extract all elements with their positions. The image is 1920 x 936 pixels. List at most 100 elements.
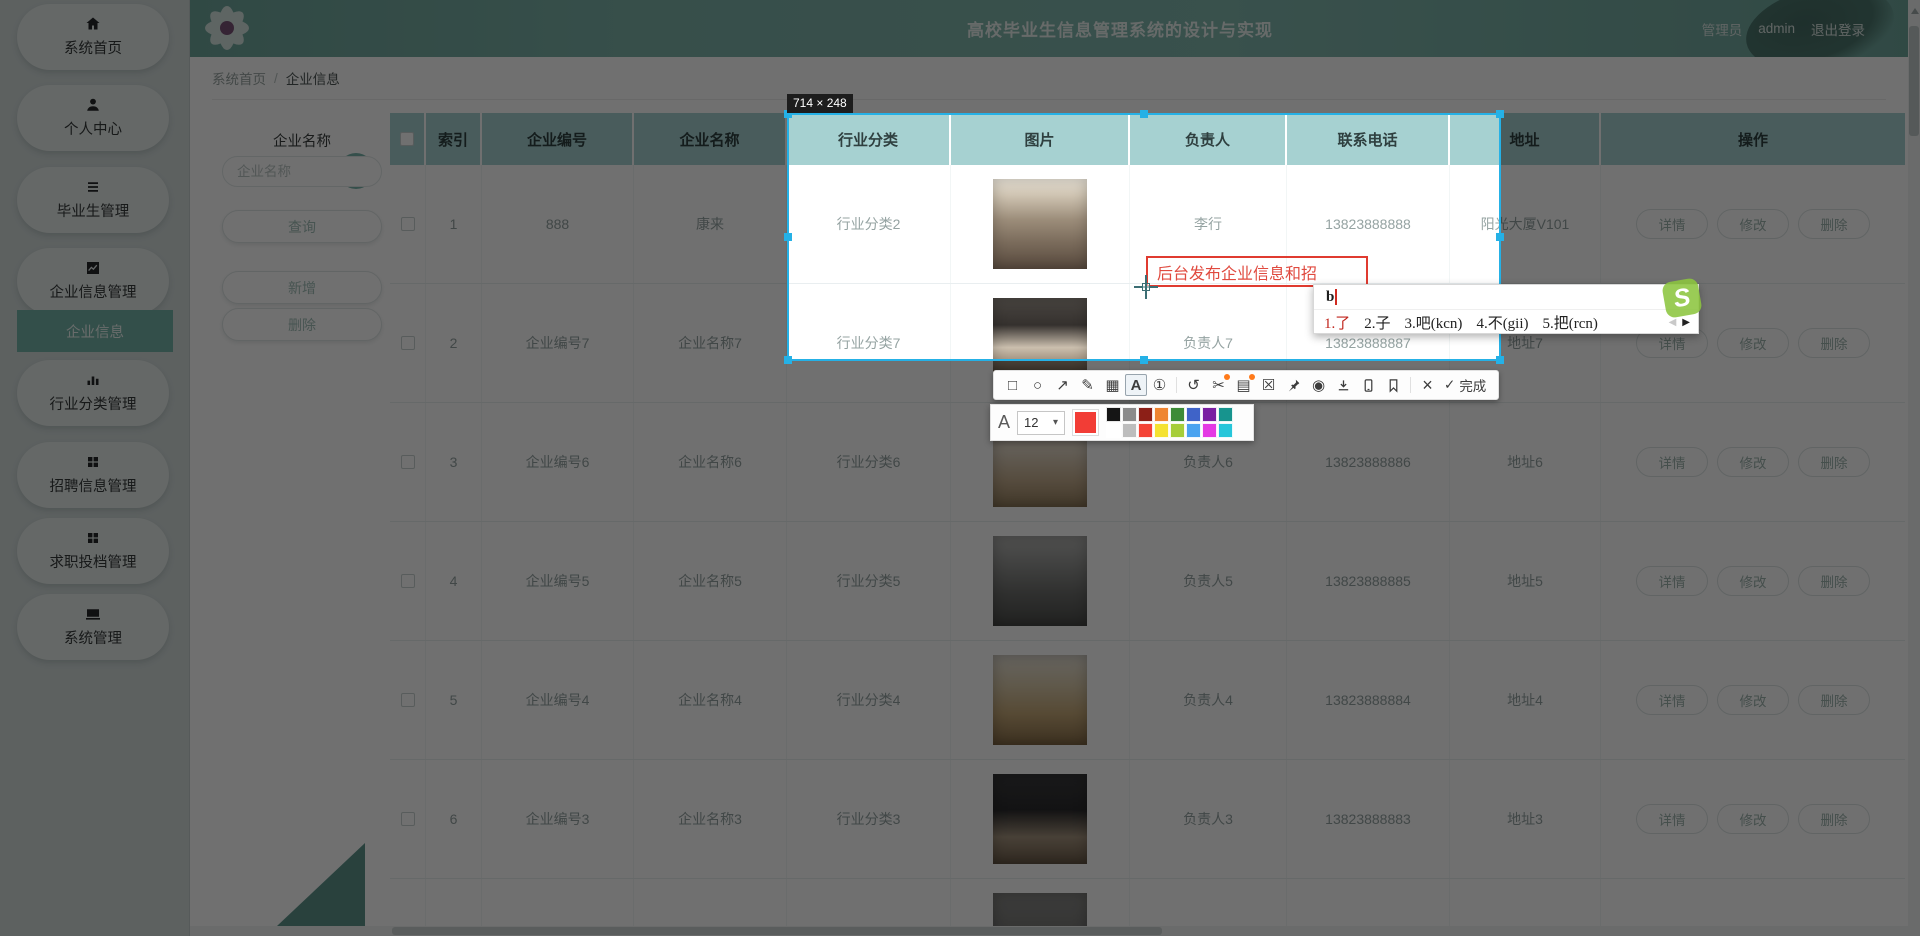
grid-icon <box>85 454 101 470</box>
download-icon[interactable] <box>1331 372 1356 398</box>
sidebar-subitem-company-info-active[interactable]: 企业信息 <box>17 310 173 352</box>
select-all-checkbox[interactable] <box>400 132 414 146</box>
resize-handle-w[interactable] <box>784 233 792 241</box>
sidebar-item-applications[interactable]: 求职投档管理 <box>17 518 169 584</box>
add-button[interactable]: 新增 <box>222 271 382 304</box>
ime-next-page-icon[interactable]: ▶ <box>1682 317 1690 328</box>
ime-candidate-4[interactable]: 4.不(gii) <box>1476 312 1528 333</box>
bookmark-icon[interactable] <box>1381 372 1406 398</box>
cell-manager: 负责人4 <box>1130 641 1287 759</box>
delete-row-button[interactable]: 删除 <box>1798 209 1870 239</box>
sidebar-item-company-mgmt[interactable]: 企业信息管理 <box>17 248 169 314</box>
palette-color[interactable] <box>1122 407 1137 422</box>
palette-color[interactable] <box>1218 407 1233 422</box>
palette-color[interactable] <box>1122 423 1137 438</box>
cell-category: 行业分类4 <box>787 641 951 759</box>
edit-button[interactable]: 修改 <box>1717 566 1789 596</box>
palette-color[interactable] <box>1170 423 1185 438</box>
delete-button[interactable]: 删除 <box>222 308 382 341</box>
record-icon[interactable]: ◉ <box>1306 372 1331 398</box>
resize-handle-sw[interactable] <box>784 356 792 364</box>
row-checkbox[interactable] <box>401 574 415 588</box>
delete-row-button[interactable]: 删除 <box>1798 804 1870 834</box>
vertical-scrollbar-thumb[interactable] <box>1909 26 1919 136</box>
sidebar-item-industry[interactable]: 行业分类管理 <box>17 360 169 426</box>
row-checkbox[interactable] <box>401 455 415 469</box>
ime-prev-page-icon[interactable]: ◀ <box>1669 317 1677 328</box>
palette-color[interactable] <box>1106 407 1121 422</box>
arrow-tool-icon[interactable]: ↗ <box>1050 372 1075 398</box>
resize-handle-s[interactable] <box>1140 356 1148 364</box>
step-number-tool-icon[interactable]: ① <box>1147 372 1172 398</box>
delete-row-button[interactable]: 删除 <box>1798 447 1870 477</box>
row-checkbox[interactable] <box>401 336 415 350</box>
cut-icon[interactable]: ✂ <box>1206 372 1231 398</box>
sidebar-item-profile[interactable]: 个人中心 <box>17 85 169 151</box>
palette-color[interactable] <box>1186 407 1201 422</box>
ime-candidate-2[interactable]: 2.子 <box>1364 312 1390 333</box>
text-recognition-icon[interactable]: ▤ <box>1231 372 1256 398</box>
delete-row-button[interactable]: 删除 <box>1798 328 1870 358</box>
company-name-input[interactable] <box>222 156 382 187</box>
ime-candidate-5[interactable]: 5.把(rcn) <box>1543 312 1598 333</box>
resize-handle-se[interactable] <box>1496 356 1504 364</box>
sidebar-item-system[interactable]: 系统管理 <box>17 594 169 660</box>
cell-index: 4 <box>426 522 482 640</box>
undo-icon[interactable]: ↺ <box>1181 372 1206 398</box>
row-checkbox[interactable] <box>401 217 415 231</box>
palette-color[interactable] <box>1218 423 1233 438</box>
sidebar-item-home[interactable]: 系统首页 <box>17 4 169 70</box>
palette-color[interactable] <box>1154 423 1169 438</box>
ime-candidate-3[interactable]: 3.吧(kcn) <box>1405 312 1463 333</box>
resize-handle-e[interactable] <box>1496 233 1504 241</box>
ellipse-tool-icon[interactable]: ○ <box>1025 372 1050 398</box>
scroll-up-icon[interactable] <box>1911 8 1919 14</box>
sidebar-item-recruit[interactable]: 招聘信息管理 <box>17 442 169 508</box>
sidebar-item-graduates[interactable]: 毕业生管理 <box>17 167 169 233</box>
palette-color[interactable] <box>1154 407 1169 422</box>
horizontal-scrollbar-thumb[interactable] <box>392 927 1162 935</box>
detail-button[interactable]: 详情 <box>1636 566 1708 596</box>
palette-color[interactable] <box>1202 407 1217 422</box>
palette-color[interactable] <box>1138 407 1153 422</box>
logout-link[interactable]: 退出登录 <box>1811 19 1865 39</box>
pin-icon[interactable] <box>1281 372 1306 398</box>
text-annotation-box[interactable]: 后台发布企业信息和招 <box>1146 256 1368 287</box>
palette-color[interactable] <box>1186 423 1201 438</box>
palette-color[interactable] <box>1138 423 1153 438</box>
detail-button[interactable]: 详情 <box>1636 447 1708 477</box>
row-checkbox[interactable] <box>401 693 415 707</box>
detail-button[interactable]: 详情 <box>1636 209 1708 239</box>
cancel-capture-icon[interactable]: × <box>1415 372 1440 398</box>
mosaic-tool-icon[interactable]: ▦ <box>1100 372 1125 398</box>
row-checkbox[interactable] <box>401 812 415 826</box>
font-size-select[interactable]: 12 ▾ <box>1017 411 1065 435</box>
detail-button[interactable]: 详情 <box>1636 685 1708 715</box>
breadcrumb-home[interactable]: 系统首页 <box>212 68 266 88</box>
resize-handle-ne[interactable] <box>1496 110 1504 118</box>
palette-color[interactable] <box>1202 423 1217 438</box>
ime-candidate-1[interactable]: 1.了 <box>1324 312 1350 333</box>
current-color-swatch[interactable] <box>1072 409 1099 436</box>
edit-button[interactable]: 修改 <box>1717 804 1789 834</box>
detail-button[interactable]: 详情 <box>1636 804 1708 834</box>
edit-button[interactable]: 修改 <box>1717 685 1789 715</box>
cell-index: 3 <box>426 403 482 521</box>
resize-handle-n[interactable] <box>1140 110 1148 118</box>
send-to-phone-icon[interactable] <box>1356 372 1381 398</box>
filter-label: 企业名称 <box>222 130 382 151</box>
chart-icon <box>85 260 101 276</box>
search-button[interactable]: 查询 <box>222 210 382 243</box>
text-tool-icon-selected[interactable]: A <box>1125 374 1147 396</box>
finish-capture-button[interactable]: ✓ 完成 <box>1444 375 1486 395</box>
edit-button[interactable]: 修改 <box>1717 447 1789 477</box>
smart-select-icon[interactable]: ☒ <box>1256 372 1281 398</box>
edit-button[interactable]: 修改 <box>1717 328 1789 358</box>
delete-row-button[interactable]: 删除 <box>1798 685 1870 715</box>
delete-row-button[interactable]: 删除 <box>1798 566 1870 596</box>
pen-tool-icon[interactable]: ✎ <box>1075 372 1100 398</box>
palette-color[interactable] <box>1170 407 1185 422</box>
palette-color[interactable] <box>1106 423 1121 438</box>
edit-button[interactable]: 修改 <box>1717 209 1789 239</box>
rectangle-tool-icon[interactable]: □ <box>1000 372 1025 398</box>
